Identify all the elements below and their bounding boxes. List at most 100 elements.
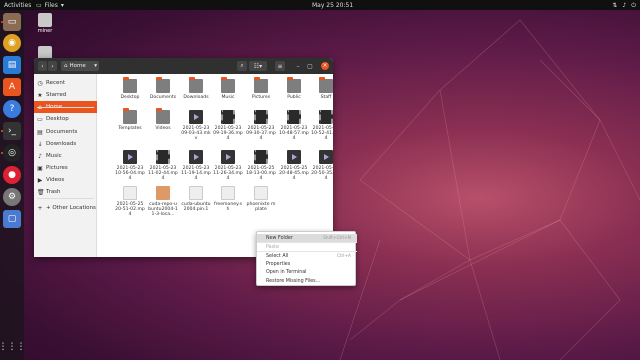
file-item[interactable]: Pictures <box>246 77 276 100</box>
sidebar-item-trash[interactable]: 🗑 Trash <box>34 186 97 198</box>
running-indicator <box>1 152 3 154</box>
chevron-down-icon: ▾ <box>60 2 64 9</box>
clock[interactable]: May 25 20:51 <box>312 2 353 9</box>
file-item[interactable]: 2021-05-23 09-03-43.mkv <box>181 110 211 142</box>
system-tray[interactable]: ⇅ ♪ ⏻ <box>612 2 636 10</box>
desktop-icon-miner[interactable]: miner <box>32 13 58 34</box>
sidebar-item-recent[interactable]: ◷ Recent <box>34 77 97 89</box>
file-item[interactable]: Desktop <box>115 77 145 100</box>
sidebar-item-label: Documents <box>46 129 78 135</box>
sidebar-item-music[interactable]: ♪ Music <box>34 150 97 162</box>
file-item[interactable]: 2021-05-23 09-30-37.mp4 <box>246 110 276 142</box>
app-menu[interactable]: ▭ Files ▾ <box>36 2 64 9</box>
network-icon: ⇅ <box>612 2 618 9</box>
file-item[interactable]: Staff <box>311 77 333 100</box>
menu-item-select-all[interactable]: Select All Ctrl+A <box>257 252 357 260</box>
file-label: Public <box>287 95 301 100</box>
videos-icon: ▶ <box>37 176 43 184</box>
file-item[interactable]: 2021-05-23 11-19-14.mp4 <box>181 150 211 182</box>
sidebar-separator <box>37 198 94 199</box>
desktop-icon: ▭ <box>37 115 43 123</box>
forward-icon: › <box>51 62 54 70</box>
forward-button[interactable]: › <box>48 61 57 71</box>
file-item[interactable]: Documents <box>148 77 178 100</box>
view-toggle-button[interactable]: ☷▾ <box>249 61 267 71</box>
chrome-icon[interactable]: ● <box>3 166 21 184</box>
path-label: Home <box>69 63 86 69</box>
file-item[interactable]: 2021-05-23 10-52-41.mp4 <box>311 110 333 142</box>
folder-icon <box>189 77 203 93</box>
menu-item-label: Restore Missing Files... <box>266 278 321 284</box>
sidebar-item-videos[interactable]: ▶ Videos <box>34 174 97 186</box>
sidebar-item-documents[interactable]: ▤ Documents <box>34 126 97 138</box>
search-button[interactable]: ⌕ <box>237 61 247 71</box>
menu-item-properties[interactable]: Properties <box>257 260 357 268</box>
document-icon <box>189 186 203 200</box>
file-item[interactable]: 2021-05-23 09-19-36.mp4 <box>213 110 243 142</box>
help-icon[interactable]: ? <box>3 100 21 118</box>
sidebar-item-label: Music <box>46 153 62 159</box>
activities-button[interactable]: Activities <box>4 2 31 9</box>
menu-button[interactable]: ≡ <box>275 61 285 71</box>
writer-icon[interactable]: ▤ <box>3 56 21 74</box>
software-icon[interactable]: A <box>3 78 21 96</box>
documents-icon: ▤ <box>37 128 43 136</box>
sidebar-item-pictures[interactable]: ▣ Pictures <box>34 162 97 174</box>
file-item[interactable]: 2021-05-25 18-13-00.mp4 <box>246 150 276 182</box>
sidebar-item-label: Recent <box>46 80 66 86</box>
file-item[interactable]: freemoney.sh <box>213 186 243 212</box>
sidebar-item-downloads[interactable]: ↓ Downloads <box>34 138 97 150</box>
window-icon[interactable]: ▢ <box>3 210 21 228</box>
sidebar-item-desktop[interactable]: ▭ Desktop <box>34 113 97 125</box>
file-item[interactable]: 2021-05-23 10-48-57.mp4 <box>279 110 309 142</box>
document-icon <box>123 186 137 200</box>
file-item[interactable]: 2021-05-25 20-50-35.mp4 <box>311 150 333 182</box>
file-item[interactable]: phoenixte mplate <box>246 186 276 212</box>
file-item[interactable]: 2021-05-25 20-48-45.mp4 <box>279 150 309 182</box>
menu-item-label: Select All <box>266 253 289 259</box>
menu-item-label: Properties <box>266 261 291 267</box>
menu-item-label: New Folder <box>266 235 293 241</box>
document-icon <box>221 186 235 200</box>
back-button[interactable]: ‹ <box>38 61 47 71</box>
file-label: 2021-05-23 09-03-43.mkv <box>181 126 211 142</box>
close-button[interactable]: × <box>321 62 329 70</box>
file-item[interactable]: Public <box>279 77 309 100</box>
menu-item-open-in-terminal[interactable]: Open in Terminal <box>257 268 357 276</box>
maximize-button[interactable]: ▢ <box>306 61 314 71</box>
sidebar-item-other-locations[interactable]: + + Other Locations <box>34 202 97 214</box>
file-label: 2021-05-25 18-13-00.mp4 <box>246 166 276 182</box>
path-bar[interactable]: ⌂ Home ▾ <box>61 61 99 71</box>
obs-icon[interactable]: ◎ <box>3 144 21 162</box>
rhythmbox-icon[interactable]: ◉ <box>3 34 21 52</box>
settings-icon[interactable]: ⚙ <box>3 188 21 206</box>
video-file-icon <box>319 110 333 124</box>
sidebar-item-starred[interactable]: ★ Starred <box>34 89 97 101</box>
minimize-button[interactable]: – <box>294 61 302 71</box>
file-item[interactable]: cuda-repo-ubuntu2004-11-3-loca... <box>148 186 178 218</box>
star-icon: ★ <box>37 91 43 99</box>
pictures-icon: ▣ <box>37 164 43 172</box>
file-item[interactable]: 2021-05-23 11-26-34.mp4 <box>213 150 243 182</box>
grid-icon[interactable]: ⋮⋮⋮ <box>0 338 26 356</box>
sidebar-item-label: + Other Locations <box>46 205 96 211</box>
video-file-icon <box>221 150 235 164</box>
file-label: cuda-ubuntu2004.pin.1 <box>181 202 211 213</box>
file-item[interactable]: 2021-05-23 10-56-04.mp4 <box>115 150 145 182</box>
dock: ▭ ◉ ▤ A ? ›_ ◎ ● ⚙ ▢ ⋮⋮⋮ <box>0 10 26 360</box>
menu-item-restore-missing-files[interactable]: Restore Missing Files... <box>257 277 357 285</box>
terminal-icon[interactable]: ›_ <box>3 122 21 140</box>
folder-icon <box>156 108 170 124</box>
files-icon[interactable]: ▭ <box>3 13 21 31</box>
file-item[interactable]: 2021-05-25 20-51-02.mp4 <box>115 186 145 218</box>
file-item[interactable]: 2021-05-23 11-02-44.mp4 <box>148 150 178 182</box>
file-item[interactable]: cuda-ubuntu2004.pin.1 <box>181 186 211 212</box>
menu-item-new-folder[interactable]: New Folder Shift+Ctrl+N <box>257 234 357 242</box>
file-item[interactable]: Videos <box>148 108 178 131</box>
file-item[interactable]: Templates <box>115 108 145 131</box>
folder-icon <box>156 77 170 93</box>
menu-separator <box>257 242 357 243</box>
file-label: Staff <box>320 95 332 100</box>
file-item[interactable]: Downloads <box>181 77 211 100</box>
file-item[interactable]: Music <box>213 77 243 100</box>
